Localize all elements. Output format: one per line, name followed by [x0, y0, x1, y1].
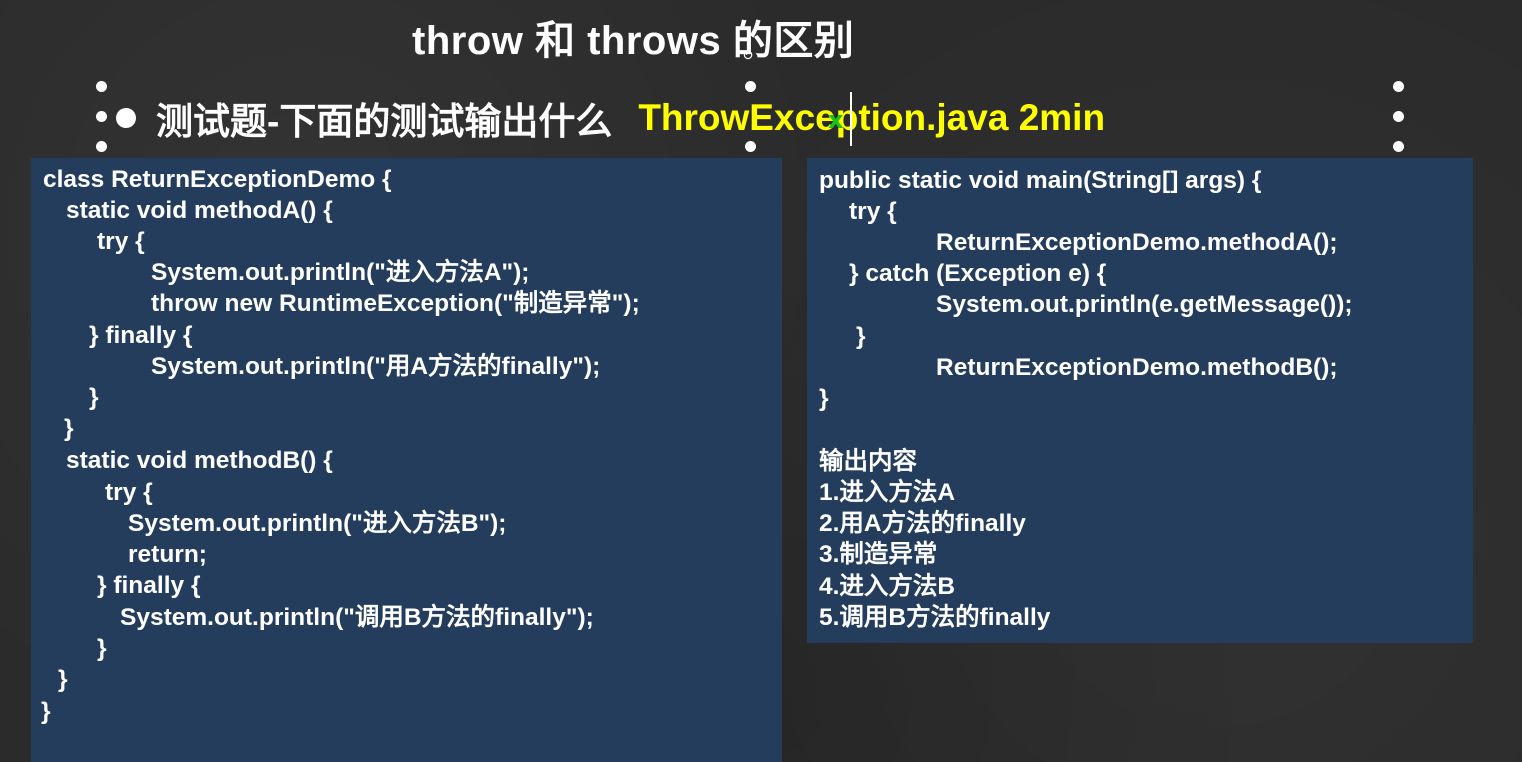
slide-title: throw 和 throws 的区别: [412, 19, 855, 63]
code-line: System.out.println("进入方法A");: [151, 259, 530, 286]
resize-handle-left[interactable]: [96, 111, 107, 122]
output-item: 1.进入方法A: [819, 479, 956, 506]
code-line: try {: [849, 198, 897, 225]
subtitle-filename: ThrowException.java 2min: [638, 97, 1106, 138]
code-line: return;: [128, 541, 207, 568]
resize-handle-right[interactable]: [1393, 111, 1404, 122]
move-cursor-icon: x: [828, 106, 844, 134]
code-line: }: [97, 635, 107, 662]
code-line: static void methodA() {: [66, 197, 333, 224]
bullet-dot-icon: [116, 108, 136, 128]
code-line: static void methodB() {: [66, 447, 333, 474]
code-line: ReturnExceptionDemo.methodB();: [936, 354, 1338, 381]
text-cursor-icon: [850, 92, 852, 146]
code-line: } finally {: [97, 572, 201, 599]
rotate-handle-icon[interactable]: ↻: [742, 48, 754, 64]
output-item: 2.用A方法的finally: [819, 510, 1026, 537]
resize-handle-bottom[interactable]: [745, 141, 756, 152]
code-line: class ReturnExceptionDemo {: [43, 166, 392, 193]
code-line: System.out.println("调用B方法的finally");: [120, 604, 594, 631]
code-line: try {: [97, 228, 145, 255]
code-line: ReturnExceptionDemo.methodA();: [936, 229, 1338, 256]
output-item: 5.调用B方法的finally: [819, 604, 1051, 631]
code-line: System.out.println("进入方法B");: [128, 510, 507, 537]
code-line: System.out.println(e.getMessage());: [936, 291, 1353, 318]
code-line: public static void main(String[] args) {: [819, 167, 1262, 194]
code-line: }: [819, 385, 829, 412]
resize-handle-top-left[interactable]: [96, 81, 107, 92]
code-line: }: [89, 384, 99, 411]
output-item: 3.制造异常: [819, 541, 938, 568]
code-line: }: [856, 323, 866, 350]
code-line: }: [41, 698, 51, 725]
code-line: System.out.println("用A方法的finally");: [151, 353, 601, 380]
code-line: throw new RuntimeException("制造异常");: [151, 290, 640, 317]
right-code-panel[interactable]: public static void main(String[] args) {…: [807, 158, 1473, 643]
output-item: 4.进入方法B: [819, 573, 956, 600]
code-line: try {: [105, 479, 153, 506]
code-line: }: [64, 415, 74, 442]
resize-handle-top-right[interactable]: [1393, 81, 1404, 92]
code-line: } catch (Exception e) {: [849, 260, 1107, 287]
left-code-panel[interactable]: class ReturnExceptionDemo { static void …: [31, 158, 782, 762]
resize-handle-bottom-left[interactable]: [96, 141, 107, 152]
output-heading: 输出内容: [819, 448, 917, 475]
resize-handle-bottom-right[interactable]: [1393, 141, 1404, 152]
resize-handle-top[interactable]: [745, 81, 756, 92]
subtitle-label: 测试题-下面的测试输出什么: [156, 101, 613, 142]
code-line: } finally {: [89, 322, 193, 349]
subtitle-textbox[interactable]: 测试题-下面的测试输出什么 ThrowException.java 2min: [116, 94, 1105, 142]
code-line: }: [58, 666, 68, 693]
